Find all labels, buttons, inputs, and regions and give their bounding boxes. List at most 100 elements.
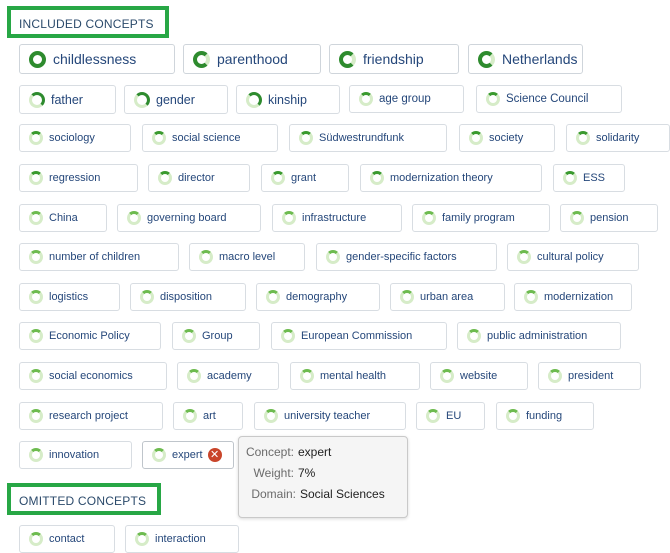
concept-chip-friendship[interactable]: friendship [329, 44, 459, 74]
concept-label: gender-specific factors [346, 251, 457, 263]
concept-chip-university-teacher[interactable]: university teacher [254, 402, 406, 430]
concept-chip-pension[interactable]: pension [560, 204, 658, 232]
remove-circle-icon[interactable]: ✕ [207, 448, 222, 462]
weight-ring-icon [264, 409, 278, 423]
concept-chip-group[interactable]: Group [172, 322, 260, 350]
concept-chip-innovation[interactable]: innovation [19, 441, 132, 469]
concept-chip-modernization[interactable]: modernization [514, 283, 632, 311]
concept-chip-european-commission[interactable]: European Commission [271, 322, 447, 350]
concept-chip-gender-specific-factors[interactable]: gender-specific factors [316, 243, 497, 271]
concept-chip-regression[interactable]: regression [19, 164, 138, 192]
concept-chip-gender[interactable]: gender [124, 85, 228, 114]
concept-chip-science-council[interactable]: Science Council [476, 85, 622, 113]
concept-chip-macro-level[interactable]: macro level [189, 243, 305, 271]
weight-ring-icon [193, 50, 210, 68]
weight-ring-icon [300, 369, 314, 383]
weight-ring-icon [246, 91, 262, 108]
weight-ring-icon [199, 250, 213, 264]
concept-chip-china[interactable]: China [19, 204, 107, 232]
concept-label: number of children [49, 251, 141, 263]
concept-chip-grant[interactable]: grant [261, 164, 349, 192]
concept-chip-interaction[interactable]: interaction [125, 525, 239, 553]
concept-chip-eu[interactable]: EU [416, 402, 485, 430]
concept-chip-number-of-children[interactable]: number of children [19, 243, 179, 271]
concept-chip-sociology[interactable]: sociology [19, 124, 131, 152]
concept-chip-director[interactable]: director [148, 164, 250, 192]
weight-ring-icon [524, 290, 538, 304]
weight-ring-icon [29, 50, 46, 68]
included-concepts-header: INCLUDED CONCEPTS [7, 6, 169, 38]
concept-chip-parenthood[interactable]: parenthood [183, 44, 321, 74]
concept-chip-father[interactable]: father [19, 85, 116, 114]
concept-chip-modernization-theory[interactable]: modernization theory [360, 164, 542, 192]
tooltip-row-concept: Concept: expert [239, 445, 407, 466]
concept-chip-governing-board[interactable]: governing board [117, 204, 261, 232]
weight-ring-icon [478, 50, 495, 68]
weight-ring-icon [570, 211, 584, 225]
weight-ring-icon [266, 290, 280, 304]
concept-label: urban area [420, 291, 474, 303]
weight-ring-icon [506, 409, 520, 423]
weight-ring-icon [282, 211, 296, 225]
concept-chip-family-program[interactable]: family program [412, 204, 550, 232]
concept-chip-demography[interactable]: demography [256, 283, 380, 311]
concept-chip-age-group[interactable]: age group [349, 85, 464, 113]
weight-ring-icon [548, 369, 562, 383]
weight-ring-icon [467, 329, 481, 343]
weight-ring-icon [187, 369, 201, 383]
weight-ring-icon [469, 131, 483, 145]
concept-chip-public-administration[interactable]: public administration [457, 322, 621, 350]
concept-chip-disposition[interactable]: disposition [130, 283, 246, 311]
weight-ring-icon [29, 171, 43, 185]
concept-chip-expert[interactable]: expert ✕ [142, 441, 234, 469]
concept-chip-funding[interactable]: funding [496, 402, 594, 430]
concept-chip-solidarity[interactable]: solidarity [566, 124, 670, 152]
concept-label: Science Council [506, 93, 589, 105]
concept-chip-website[interactable]: website [430, 362, 528, 390]
concept-chip-cultural-policy[interactable]: cultural policy [507, 243, 639, 271]
weight-ring-icon [29, 329, 43, 343]
concept-label: ESS [583, 172, 606, 184]
concept-label: Netherlands [502, 51, 578, 67]
concept-chip-academy[interactable]: academy [177, 362, 279, 390]
concept-label: sociology [49, 132, 95, 144]
concept-label: website [460, 370, 498, 382]
concept-chip-infrastructure[interactable]: infrastructure [272, 204, 402, 232]
weight-ring-icon [29, 211, 43, 225]
concept-label: kinship [268, 92, 307, 107]
concept-chip-logistics[interactable]: logistics [19, 283, 120, 311]
weight-ring-icon [576, 131, 590, 145]
concept-chip-urban-area[interactable]: urban area [390, 283, 505, 311]
concept-chip-art[interactable]: art [173, 402, 243, 430]
tooltip-concept-label: Concept: [245, 445, 294, 459]
weight-ring-icon [29, 250, 43, 264]
concept-chip-research-project[interactable]: research project [19, 402, 163, 430]
tooltip-domain-value: Social Sciences [300, 487, 385, 501]
concept-chip-social-science[interactable]: social science [142, 124, 278, 152]
concept-chip-social-economics[interactable]: social economics [19, 362, 167, 390]
concept-chip-mental-health[interactable]: mental health [290, 362, 420, 390]
weight-ring-icon [281, 329, 295, 343]
concept-chip-contact[interactable]: contact [19, 525, 115, 553]
weight-ring-icon [271, 171, 285, 185]
concept-label: age group [379, 93, 431, 105]
weight-ring-icon [370, 171, 384, 185]
concept-chip-childlessness[interactable]: childlessness [19, 44, 175, 74]
concept-chip-society[interactable]: society [459, 124, 555, 152]
concept-chip-economic-policy[interactable]: Economic Policy [19, 322, 161, 350]
concept-label: university teacher [284, 410, 371, 422]
weight-ring-icon [29, 91, 45, 108]
concept-chip-president[interactable]: president [538, 362, 641, 390]
weight-ring-icon [426, 409, 440, 423]
concept-label: funding [526, 410, 563, 422]
weight-ring-icon [29, 131, 43, 145]
weight-ring-icon [422, 211, 436, 225]
concept-label: research project [49, 410, 128, 422]
concept-chip-sudwestrundfunk[interactable]: Südwestrundfunk [289, 124, 447, 152]
concept-chip-netherlands[interactable]: Netherlands [468, 44, 583, 74]
concept-label: logistics [49, 291, 89, 303]
concept-label: macro level [219, 251, 276, 263]
weight-ring-icon [29, 409, 43, 423]
concept-chip-ess[interactable]: ESS [553, 164, 625, 192]
concept-chip-kinship[interactable]: kinship [236, 85, 340, 114]
